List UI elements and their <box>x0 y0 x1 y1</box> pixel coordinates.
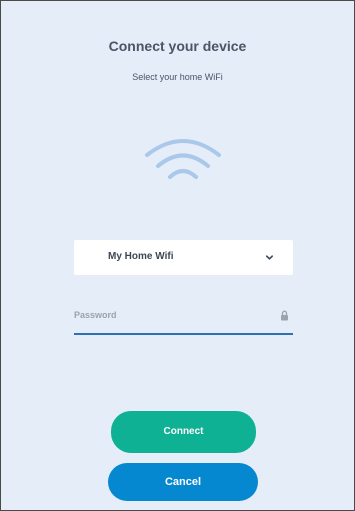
password-placeholder: Password <box>74 310 117 320</box>
connect-device-screen: Connect your device Select your home WiF… <box>0 0 355 511</box>
page-subtitle: Select your home WiFi <box>132 72 223 82</box>
selected-network-label: My Home Wifi <box>108 251 174 262</box>
password-field[interactable]: Password <box>74 303 293 335</box>
wifi-icon <box>145 139 221 179</box>
chevron-down-icon <box>265 255 274 260</box>
cancel-button[interactable]: Cancel <box>108 463 258 501</box>
page-title: Connect your device <box>108 38 247 54</box>
connect-button[interactable]: Connect <box>111 411 256 453</box>
lock-icon <box>281 310 288 321</box>
wifi-network-select[interactable]: My Home Wifi <box>74 240 293 275</box>
